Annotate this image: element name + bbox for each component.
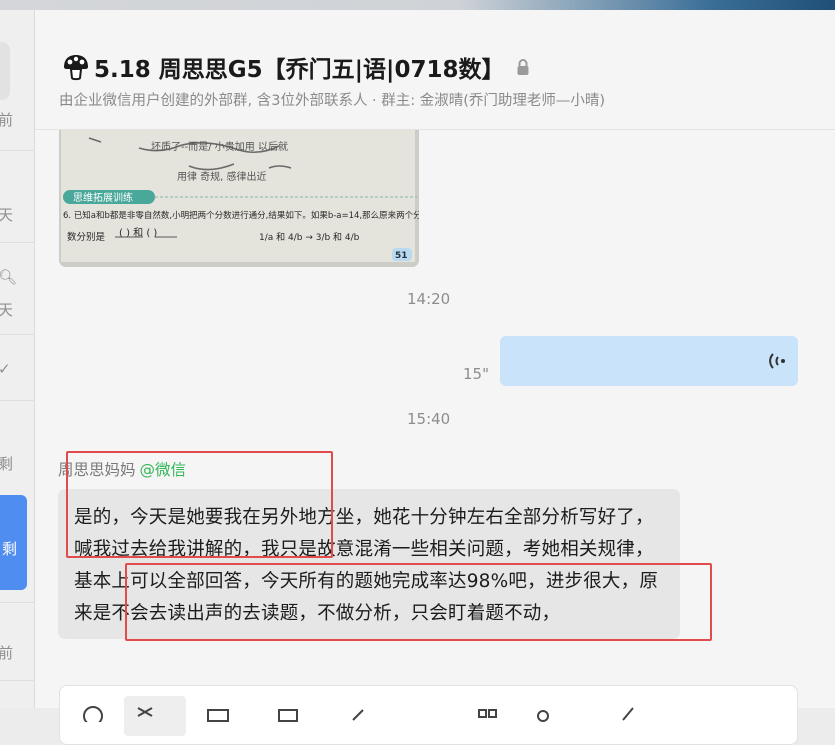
annotation-box-sender xyxy=(66,451,333,558)
lock-icon xyxy=(517,59,529,75)
sidebar-search-pill[interactable] xyxy=(0,42,10,100)
page-number: 51 xyxy=(395,251,408,261)
image-message-thumbnail[interactable]: 坯质了--而是/ 小贵加用 以后就 用律 奇规, 感律出近 思维拓展训练 6. … xyxy=(59,130,419,267)
sidebar-item-active[interactable]: 剩 xyxy=(0,495,27,590)
svg-text:坯质了--而是/ 小贵加用 以后就: 坯质了--而是/ 小贵加用 以后就 xyxy=(151,140,288,153)
search-icon: 🔍︎ xyxy=(0,268,17,286)
worksheet-question-line2: 数分别是 xyxy=(67,231,106,243)
divider xyxy=(0,400,34,401)
chat-title: 5.18 周思思G5【乔门五|语|0718数】 xyxy=(94,57,505,83)
worksheet-question-line1: 6. 已知a和b都是非零自然数,小明把两个分数进行通分,结果如下。如果b-a=1… xyxy=(63,210,419,221)
message-composer[interactable] xyxy=(59,685,798,745)
emoji-icon[interactable] xyxy=(80,702,106,722)
timestamp: 14:20 xyxy=(407,290,451,308)
divider xyxy=(0,150,34,151)
chat-header: 5.18 周思思G5【乔门五|语|0718数】 由企业微信用户创建的外部群, 含… xyxy=(35,10,835,130)
worksheet-photo: 坯质了--而是/ 小贵加用 以后就 用律 奇规, 感律出近 思维拓展训练 6. … xyxy=(59,130,419,267)
more-icon[interactable] xyxy=(530,702,556,722)
mushroom-icon xyxy=(64,55,88,81)
voice-wave-icon xyxy=(769,353,785,369)
chat-title-row: 5.18 周思思G5【乔门五|语|0718数】 xyxy=(61,50,530,84)
chat-subtitle: 由企业微信用户创建的外部群, 含3位外部联系人 · 群主: 金淑晴(乔门助理老师… xyxy=(59,93,606,109)
divider xyxy=(0,242,34,243)
sidebar-item-fragment: 天 xyxy=(0,206,13,224)
folder-icon[interactable] xyxy=(205,702,231,722)
chat-panel: 5.18 周思思G5【乔门五|语|0718数】 由企业微信用户创建的外部群, 含… xyxy=(35,10,835,745)
sidebar-item-fragment: 天 xyxy=(0,301,13,319)
svg-text:1/a 和 4/b → 3/b 和 4/b: 1/a 和 4/b → 3/b 和 4/b xyxy=(259,232,360,243)
timestamp: 15:40 xyxy=(407,410,451,428)
check-icon: ✓ xyxy=(0,360,11,378)
divider xyxy=(0,680,34,681)
pen-icon[interactable] xyxy=(615,702,641,722)
sidebar-item-fragment: 前 xyxy=(0,111,13,129)
sidebar-item-fragment: 前 xyxy=(0,644,13,662)
divider xyxy=(0,602,34,603)
sidebar-item-fragment: 剩 xyxy=(0,455,13,473)
svg-text:用律 奇规, 感律出近: 用律 奇规, 感律出近 xyxy=(177,170,267,183)
scissors-icon[interactable] xyxy=(132,702,158,722)
voice-message-bubble[interactable] xyxy=(500,336,798,386)
window-top-strip xyxy=(0,0,835,10)
divider xyxy=(0,334,34,335)
annotation-box-highlight xyxy=(125,563,712,641)
clip-icon[interactable] xyxy=(345,702,371,722)
conversation-list-sidebar[interactable]: 前 天 🔍︎ 天 ✓ 剩 剩 前 xyxy=(0,10,35,708)
voice-duration: 15" xyxy=(463,365,489,383)
grid-icon[interactable] xyxy=(475,702,501,722)
worksheet-badge-text: 思维拓展训练 xyxy=(73,191,133,204)
sidebar-item-fragment: 剩 xyxy=(2,540,18,558)
image-icon[interactable] xyxy=(275,702,301,722)
